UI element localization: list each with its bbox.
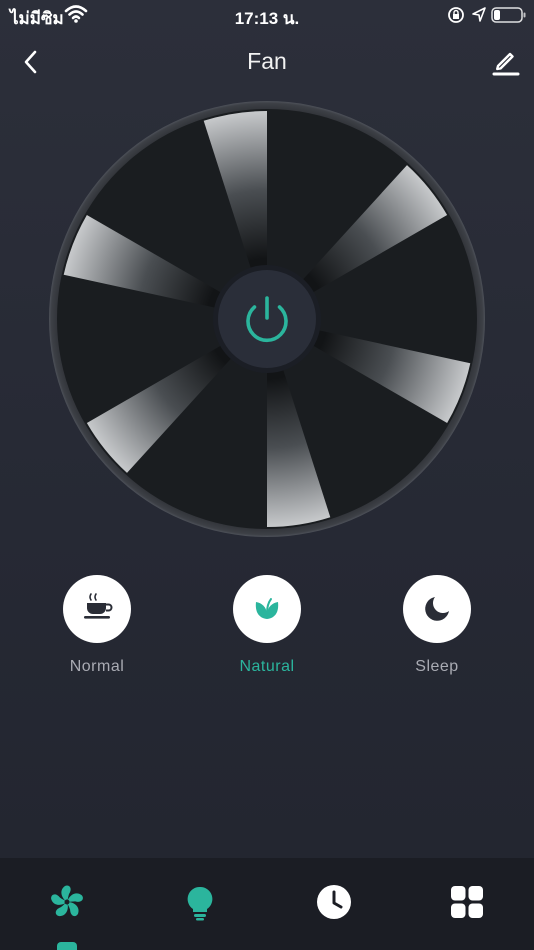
orientation-lock-icon	[447, 6, 465, 29]
mode-natural-label: Natural	[239, 658, 295, 675]
grid-icon	[451, 886, 483, 918]
battery-icon	[491, 6, 527, 29]
power-icon	[246, 296, 288, 343]
power-button[interactable]	[218, 270, 316, 368]
mode-sleep-button[interactable]	[403, 575, 471, 643]
tab-more[interactable]	[447, 882, 487, 922]
leaf-icon	[255, 598, 279, 619]
mode-natural[interactable]: Natural	[207, 575, 327, 676]
mode-sleep[interactable]: Sleep	[377, 575, 497, 676]
tab-light[interactable]	[180, 882, 220, 922]
navigation-bar: Fan	[0, 40, 534, 84]
mode-natural-button[interactable]	[233, 575, 301, 643]
page-title: Fan	[247, 48, 287, 74]
fan-icon	[51, 885, 83, 917]
status-bar: ไม่มีซิม 17:13 น.	[0, 0, 534, 32]
pencil-icon[interactable]	[490, 46, 520, 76]
coffee-cup-icon	[84, 593, 113, 619]
mode-normal-button[interactable]	[63, 575, 131, 643]
mode-normal[interactable]: Normal	[37, 575, 157, 676]
mode-sleep-label: Sleep	[415, 658, 459, 675]
location-arrow-icon	[471, 6, 487, 29]
clock-icon	[317, 885, 351, 919]
moon-icon	[425, 597, 449, 621]
tab-fan[interactable]	[47, 882, 87, 922]
mode-normal-label: Normal	[69, 658, 125, 675]
light-bulb-icon	[187, 886, 213, 921]
tab-bar	[0, 858, 534, 950]
selected-tab-indicator	[57, 942, 77, 950]
tab-timer[interactable]	[314, 882, 354, 922]
